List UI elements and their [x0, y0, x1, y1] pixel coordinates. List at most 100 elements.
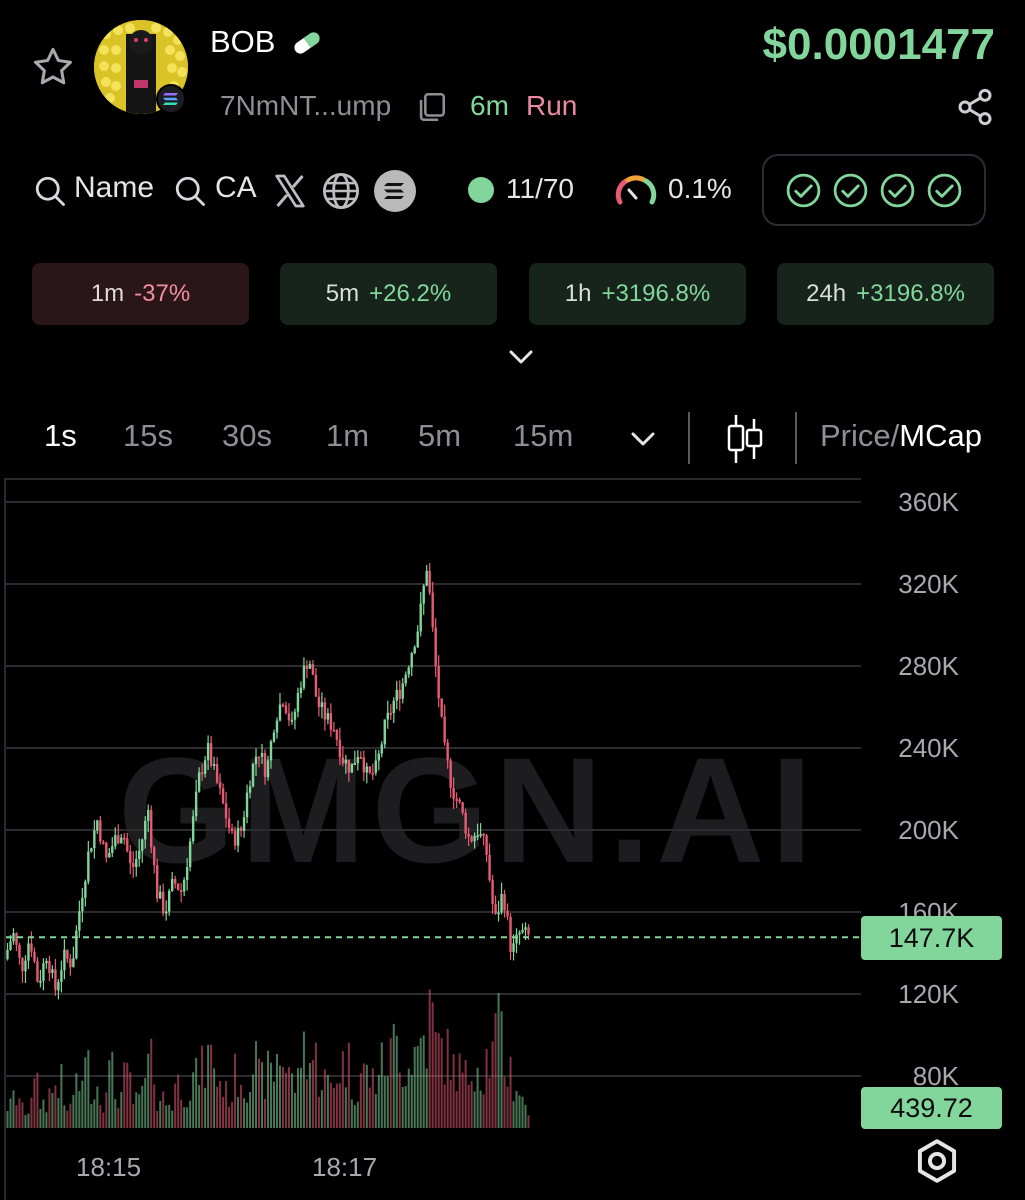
volume-bar: [45, 1112, 48, 1128]
volume-bar: [305, 1079, 308, 1128]
y-tick-label: 320K: [898, 569, 959, 599]
candle-body: [464, 812, 467, 834]
candle-body: [233, 830, 237, 846]
candle-body: [221, 788, 225, 804]
volume-bar: [461, 1072, 464, 1128]
candle-body: [182, 880, 186, 892]
candle-body: [527, 927, 530, 935]
candle-body: [353, 763, 357, 766]
volume-bar: [497, 993, 500, 1128]
candle-body: [512, 943, 515, 952]
volume-bar: [347, 1042, 350, 1128]
volume-bar: [350, 1099, 353, 1128]
candlestick-chart[interactable]: [0, 0, 1025, 1200]
volume-bar: [198, 1085, 201, 1128]
candle-body: [75, 930, 78, 959]
candle-body: [383, 719, 386, 745]
volume-bar: [464, 1059, 467, 1128]
candle-body: [509, 916, 512, 952]
candle-body: [170, 878, 174, 891]
candle-body: [359, 757, 363, 760]
candle-body: [434, 627, 437, 667]
candle-body: [479, 833, 482, 836]
volume-bar: [42, 1099, 45, 1128]
candle-body: [78, 911, 81, 931]
candle-body: [63, 949, 66, 971]
volume-bar: [326, 1075, 329, 1128]
candle-body: [494, 904, 497, 914]
candle-body: [245, 792, 249, 818]
candle-body: [293, 711, 297, 720]
volume-bar: [216, 1086, 219, 1128]
volume-bar: [126, 1062, 129, 1128]
volume-bar: [9, 1098, 12, 1128]
y-tick-label: 360K: [898, 487, 959, 517]
volume-bar: [135, 1092, 138, 1128]
candle-body: [416, 631, 419, 648]
candle-body: [6, 949, 9, 960]
volume-bar: [66, 1110, 69, 1128]
candle-body: [66, 949, 69, 959]
volume-bar: [329, 1082, 332, 1128]
volume-bar: [228, 1106, 231, 1128]
volume-bar: [171, 1110, 174, 1128]
candle-body: [123, 837, 126, 840]
candle-body: [386, 712, 389, 720]
volume-bar: [57, 1097, 60, 1128]
candle-body: [36, 961, 39, 982]
candle-body: [57, 981, 60, 991]
candle-body: [96, 820, 99, 831]
candle-body: [302, 665, 306, 688]
volume-bar: [267, 1050, 269, 1128]
candle-body: [344, 759, 348, 764]
candle-body: [227, 818, 231, 828]
volume-bar: [512, 1101, 515, 1128]
candle-body: [24, 960, 27, 972]
volume-bar: [338, 1083, 341, 1128]
volume-bar: [356, 1101, 359, 1128]
candle-body: [176, 883, 180, 890]
candle-body: [470, 836, 473, 842]
candle-body: [419, 603, 422, 632]
candle-body: [422, 585, 425, 604]
candle-body: [485, 835, 488, 855]
candle-body: [239, 827, 243, 831]
volume-bar: [437, 1033, 440, 1128]
volume-bar: [168, 1104, 171, 1128]
volume-bar: [132, 1103, 135, 1128]
candle-body: [455, 798, 458, 801]
candle-body: [69, 958, 72, 968]
volume-bar: [392, 1023, 395, 1128]
volume-bar: [87, 1050, 90, 1128]
candle-body: [449, 760, 452, 788]
volume-bar: [404, 1086, 407, 1128]
volume-bar: [33, 1078, 36, 1128]
candle-body: [84, 881, 87, 898]
settings-icon[interactable]: [912, 1136, 962, 1186]
candle-body: [42, 963, 45, 981]
volume-bar: [51, 1093, 54, 1128]
candle-body: [224, 803, 228, 819]
candle-body: [290, 719, 294, 722]
volume-bar: [117, 1107, 120, 1128]
volume-bar: [380, 1042, 383, 1128]
volume-bar: [296, 1068, 299, 1128]
candle-body: [497, 912, 500, 915]
candle-body: [332, 729, 336, 732]
candle-body: [425, 570, 428, 586]
volume-bar: [494, 1013, 497, 1128]
candle-body: [9, 941, 12, 950]
candle-body: [284, 705, 288, 714]
candle-body: [126, 838, 129, 852]
candle-body: [54, 969, 57, 991]
candle-body: [374, 760, 377, 773]
volume-bar: [81, 1080, 84, 1128]
volume-bar: [377, 1074, 380, 1128]
volume-bar: [503, 1076, 506, 1128]
x-tick-label: 18:17: [312, 1152, 378, 1182]
volume-bar: [440, 1038, 443, 1128]
y-tick-label: 200K: [898, 815, 959, 845]
volume-bar: [389, 1038, 392, 1128]
volume-bar: [84, 1057, 87, 1128]
candle-body: [461, 802, 464, 813]
